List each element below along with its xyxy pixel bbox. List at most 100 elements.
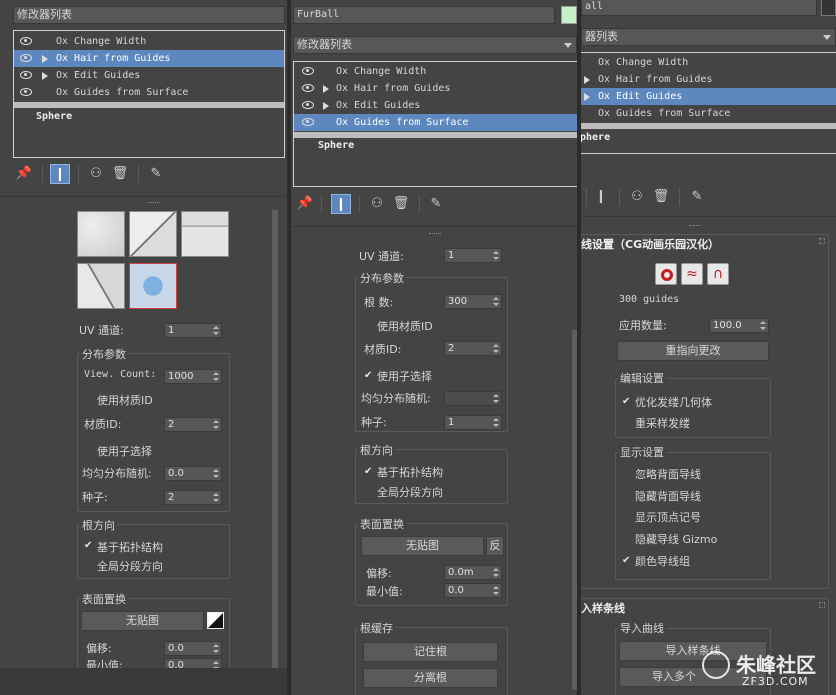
redirect-changes-button[interactable]: 重指向更改 bbox=[617, 341, 769, 361]
stack-item-edit-guides[interactable]: Ox Edit Guides bbox=[294, 97, 577, 114]
import-splines-title[interactable]: 入样条线 bbox=[581, 600, 625, 616]
stack-item-edit-guides[interactable]: Ox Edit Guides bbox=[581, 88, 836, 105]
stack-item-change-width[interactable]: Ox Change Width bbox=[294, 63, 577, 80]
object-name-field[interactable]: all bbox=[581, 0, 817, 16]
hide-backface-checkbox[interactable] bbox=[622, 491, 632, 501]
show-end-result-icon[interactable]: ❙ bbox=[50, 164, 70, 184]
expand-arrow-icon[interactable] bbox=[584, 93, 590, 101]
make-unique-icon[interactable]: ⚇ bbox=[367, 194, 387, 214]
configure-sets-icon[interactable]: ✎ bbox=[687, 187, 707, 207]
material-id-spinner[interactable]: 2 bbox=[444, 341, 502, 356]
topology-based-checkbox[interactable]: ✔ bbox=[84, 541, 94, 551]
eye-icon[interactable] bbox=[20, 71, 32, 79]
offset-spinner[interactable]: 0.0m bbox=[444, 565, 502, 580]
uv-channel-spinner[interactable]: 1 bbox=[164, 323, 222, 338]
stack-item-guides-from-surface[interactable]: Ox Guides from Surface bbox=[581, 105, 836, 122]
eye-icon[interactable] bbox=[302, 67, 314, 75]
apply-count-spinner[interactable]: 100.0 bbox=[709, 318, 769, 333]
stack-item-change-width[interactable]: Ox Change Width bbox=[581, 54, 836, 71]
select-mode-icon[interactable] bbox=[655, 263, 677, 285]
global-segment-checkbox[interactable] bbox=[84, 561, 94, 571]
modifier-list-dropdown[interactable]: 修改器列表 bbox=[13, 6, 285, 24]
eye-icon[interactable] bbox=[302, 101, 314, 109]
stack-item-hair-from-guides[interactable]: Ox Hair from Guides bbox=[294, 80, 577, 97]
show-vertex-checkbox[interactable] bbox=[622, 512, 632, 522]
distribution-tile-triangles-icon[interactable] bbox=[129, 211, 177, 257]
remove-modifier-icon[interactable]: 🗑 bbox=[391, 194, 411, 214]
middle-panel-scrollbar[interactable] bbox=[572, 330, 577, 690]
use-material-id-checkbox[interactable] bbox=[84, 395, 94, 405]
detach-roots-button[interactable]: 分离根 bbox=[363, 668, 498, 688]
rollout-grip[interactable] bbox=[689, 225, 701, 227]
stack-item-guides-from-surface[interactable]: Ox Guides from Surface bbox=[14, 84, 284, 101]
use-sub-selection-checkbox[interactable]: ✔ bbox=[364, 371, 374, 381]
modifier-list-dropdown[interactable]: 修改器列表 bbox=[293, 36, 577, 54]
use-material-id-checkbox[interactable] bbox=[364, 321, 374, 331]
modifier-list-dropdown[interactable]: 器列表 bbox=[581, 28, 836, 46]
seed-spinner[interactable]: 2 bbox=[164, 490, 222, 505]
min-value-spinner[interactable]: 0.0 bbox=[444, 583, 502, 598]
expand-arrow-icon[interactable] bbox=[323, 85, 329, 93]
root-count-spinner[interactable]: 300 bbox=[444, 294, 502, 309]
uniform-random-spinner[interactable] bbox=[444, 391, 502, 406]
remove-modifier-icon[interactable]: 🗑 bbox=[110, 164, 130, 184]
material-id-spinner[interactable]: 2 bbox=[164, 417, 222, 432]
expand-arrow-icon[interactable] bbox=[323, 102, 329, 110]
make-unique-icon[interactable]: ⚇ bbox=[627, 187, 647, 207]
eye-icon[interactable] bbox=[20, 37, 32, 45]
seed-spinner[interactable]: 1 bbox=[444, 415, 502, 430]
color-guides-checkbox[interactable]: ✔ bbox=[622, 556, 632, 566]
expand-arrow-icon[interactable] bbox=[584, 76, 590, 84]
object-color-swatch[interactable] bbox=[561, 6, 577, 24]
pin-stack-icon[interactable]: 📌 bbox=[295, 194, 315, 214]
stack-item-change-width[interactable]: Ox Change Width bbox=[14, 33, 284, 50]
object-name-field[interactable]: FurBall bbox=[293, 6, 555, 24]
show-end-result-icon[interactable]: ❙ bbox=[591, 187, 611, 207]
object-color-swatch[interactable] bbox=[821, 0, 836, 16]
chevron-down-icon[interactable] bbox=[823, 35, 831, 40]
guide-settings-title[interactable]: 线设置（CG动画乐园汉化） bbox=[581, 236, 719, 252]
remove-modifier-icon[interactable]: 🗑 bbox=[651, 187, 671, 207]
pin-stack-icon[interactable]: 📌 bbox=[14, 164, 34, 184]
expand-arrow-icon[interactable] bbox=[42, 72, 48, 80]
no-map-button[interactable]: 无贴图 bbox=[361, 536, 484, 556]
distribution-tile-edges-icon[interactable] bbox=[181, 211, 229, 257]
uv-channel-spinner[interactable]: 1 bbox=[444, 248, 502, 263]
stack-item-hair-from-guides[interactable]: Ox Hair from Guides bbox=[14, 50, 284, 67]
stack-item-hair-from-guides[interactable]: Ox Hair from Guides bbox=[581, 71, 836, 88]
base-object-sphere[interactable]: phere bbox=[581, 132, 610, 143]
ignore-backface-checkbox[interactable] bbox=[622, 469, 632, 479]
brush-mode-icon[interactable]: ∩ bbox=[707, 263, 729, 285]
view-count-spinner[interactable]: 1000 bbox=[164, 369, 222, 384]
expand-arrow-icon[interactable] bbox=[42, 55, 48, 63]
stack-item-guides-from-surface[interactable]: Ox Guides from Surface bbox=[294, 114, 577, 131]
remember-roots-button[interactable]: 记住根 bbox=[363, 642, 498, 662]
use-sub-selection-checkbox[interactable] bbox=[84, 446, 94, 456]
left-panel-scrollbar[interactable] bbox=[272, 210, 278, 670]
base-object-sphere[interactable]: Sphere bbox=[36, 111, 72, 122]
configure-sets-icon[interactable]: ✎ bbox=[426, 194, 446, 214]
stack-item-edit-guides[interactable]: Ox Edit Guides bbox=[14, 67, 284, 84]
comb-mode-icon[interactable]: ≈ bbox=[681, 263, 703, 285]
eye-icon[interactable] bbox=[20, 88, 32, 96]
configure-sets-icon[interactable]: ✎ bbox=[146, 164, 166, 184]
hide-gizmo-checkbox[interactable] bbox=[622, 534, 632, 544]
distribution-tile-random-icon[interactable] bbox=[77, 211, 125, 257]
optimize-geometry-checkbox[interactable]: ✔ bbox=[622, 397, 632, 407]
uniform-random-spinner[interactable]: 0.0 bbox=[164, 466, 222, 481]
eye-icon[interactable] bbox=[20, 54, 32, 62]
eye-icon[interactable] bbox=[302, 84, 314, 92]
topology-based-checkbox[interactable]: ✔ bbox=[364, 467, 374, 477]
distribution-tile-uniform-icon[interactable] bbox=[129, 263, 177, 309]
eye-icon[interactable] bbox=[302, 118, 314, 126]
global-segment-checkbox[interactable] bbox=[364, 487, 374, 497]
make-unique-icon[interactable]: ⚇ bbox=[86, 164, 106, 184]
rollout-grip[interactable] bbox=[148, 202, 160, 204]
offset-spinner[interactable]: 0.0 bbox=[164, 641, 222, 656]
chevron-down-icon[interactable] bbox=[564, 43, 572, 48]
no-map-button[interactable]: 无贴图 bbox=[81, 611, 204, 631]
invert-swatch-icon[interactable] bbox=[207, 612, 224, 629]
rollout-grip[interactable] bbox=[429, 233, 441, 235]
resample-checkbox[interactable] bbox=[622, 418, 632, 428]
distribution-tile-vertices-icon[interactable] bbox=[77, 263, 125, 309]
